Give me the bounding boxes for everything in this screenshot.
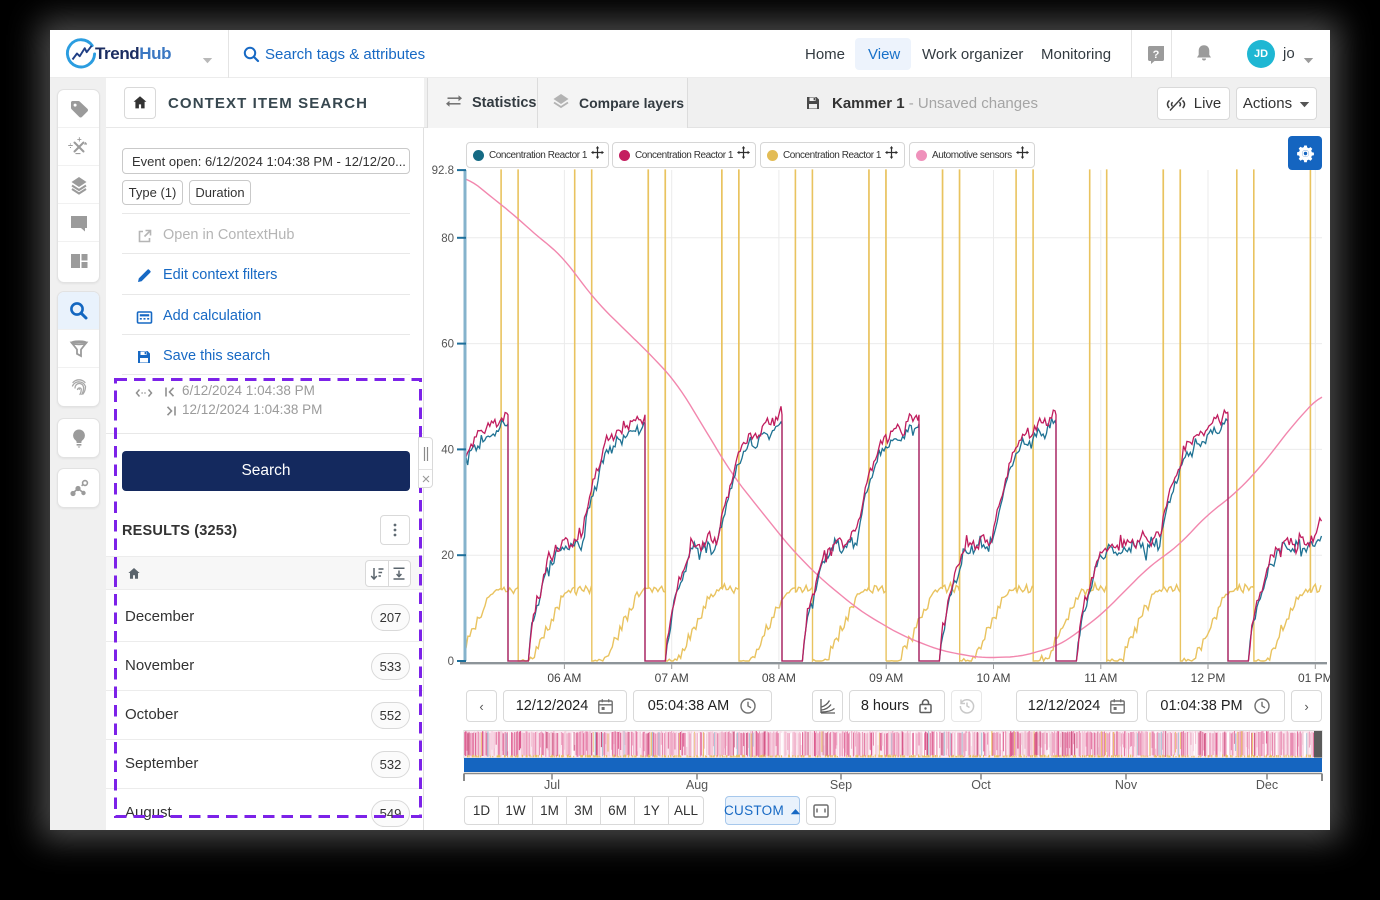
- svg-text:÷: ÷: [68, 141, 73, 151]
- svg-text:Aug: Aug: [686, 778, 708, 792]
- svg-text:Sep: Sep: [830, 778, 852, 792]
- svg-text:−: −: [75, 149, 81, 158]
- svg-text:*: *: [84, 141, 88, 150]
- svg-text:?: ?: [1153, 49, 1160, 61]
- svg-text:Dec: Dec: [1256, 778, 1278, 792]
- svg-text:Jul: Jul: [544, 778, 560, 792]
- svg-text:+: +: [77, 136, 82, 144]
- svg-text:Oct: Oct: [971, 778, 991, 792]
- svg-text:Nov: Nov: [1115, 778, 1138, 792]
